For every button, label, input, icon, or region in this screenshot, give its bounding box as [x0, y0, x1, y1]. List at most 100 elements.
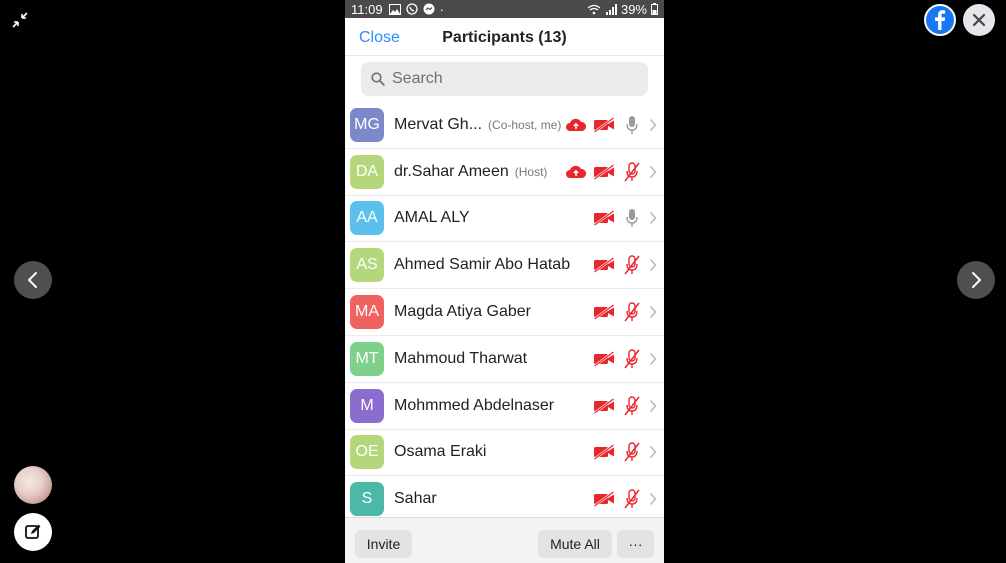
invite-button[interactable]: Invite	[355, 530, 412, 558]
participant-avatar: MA	[350, 295, 384, 330]
participant-row[interactable]: MA Magda Atiya Gaber	[345, 289, 664, 336]
cloud-recording-icon	[562, 113, 590, 137]
phone-screen: 11:09 · 39% Close Participants (13) Sear…	[345, 0, 664, 563]
participants-header: Close Participants (13)	[345, 18, 664, 56]
participant-row[interactable]: AA AMAL ALY	[345, 196, 664, 243]
chevron-right-icon	[646, 211, 660, 225]
close-icon	[972, 13, 986, 27]
edit-button[interactable]	[14, 513, 52, 551]
participant-name: AMAL ALY	[394, 209, 470, 227]
chevron-right-icon	[646, 165, 660, 179]
whatsapp-icon	[405, 3, 418, 15]
participant-name: Sahar	[394, 490, 437, 508]
search-icon	[371, 72, 385, 86]
participant-avatar: DA	[350, 154, 384, 189]
profile-avatar[interactable]	[14, 466, 52, 504]
wifi-icon	[587, 4, 601, 14]
participant-status-icons	[590, 289, 660, 335]
mic-muted-icon	[618, 440, 646, 464]
mic-muted-icon	[618, 253, 646, 277]
mic-muted-icon	[618, 300, 646, 324]
participant-avatar: AA	[350, 201, 384, 236]
mute-all-button[interactable]: Mute All	[538, 530, 612, 558]
search-bar: Search	[345, 56, 664, 104]
chevron-right-icon	[646, 352, 660, 366]
chevron-right-icon	[972, 272, 982, 288]
participant-name: Mervat Gh...	[394, 115, 483, 133]
mic-muted-icon	[618, 347, 646, 371]
participant-avatar: M	[350, 388, 384, 423]
close-viewer-button[interactable]	[963, 4, 995, 36]
participant-name: Ahmed Samir Abo Hatab	[394, 256, 571, 274]
participant-avatar: AS	[350, 248, 384, 283]
video-off-icon	[590, 113, 618, 137]
video-off-icon	[590, 487, 618, 511]
battery-icon	[651, 3, 658, 15]
mic-icon	[618, 113, 646, 137]
participant-avatar: MT	[350, 341, 384, 376]
participant-status-icons	[590, 383, 660, 429]
participant-row[interactable]: OE Osama Eraki	[345, 430, 664, 477]
chevron-right-icon	[646, 399, 660, 413]
status-dot: ·	[439, 1, 444, 17]
participant-row[interactable]: MG Mervat Gh... (Co-host, me)	[345, 102, 664, 149]
facebook-logo-icon[interactable]	[924, 4, 956, 36]
participant-name: Osama Eraki	[394, 443, 487, 461]
chevron-right-icon	[646, 118, 660, 132]
video-off-icon	[590, 440, 618, 464]
cloud-recording-icon	[562, 160, 590, 184]
participant-avatar: S	[350, 482, 384, 517]
participant-name: Magda Atiya Gaber	[394, 303, 531, 321]
participant-status-icons	[590, 476, 660, 522]
participant-status-icons	[590, 196, 660, 242]
video-off-icon	[590, 160, 618, 184]
video-off-icon	[590, 300, 618, 324]
gallery-icon	[388, 3, 401, 15]
video-off-icon	[590, 253, 618, 277]
more-options-button[interactable]: ···	[617, 530, 654, 558]
chevron-right-icon	[646, 445, 660, 459]
page-title: Participants (13)	[442, 29, 567, 46]
participant-status-icons	[590, 242, 660, 288]
participant-list: MG Mervat Gh... (Co-host, me) DA dr.Sahar Am…	[345, 102, 664, 524]
participant-row[interactable]: DA dr.Sahar Ameen (Host)	[345, 149, 664, 196]
participant-status-icons	[590, 336, 660, 382]
collapse-icon[interactable]	[10, 10, 30, 30]
participant-name: Mahmoud Tharwat	[394, 349, 528, 367]
messenger-icon	[423, 3, 435, 15]
mic-muted-icon	[618, 394, 646, 418]
participant-name: dr.Sahar Ameen	[394, 162, 509, 180]
participant-name: Mohmmed Abdelnaser	[394, 396, 555, 414]
participant-status-icons	[590, 430, 660, 476]
chevron-right-icon	[646, 258, 660, 272]
next-photo-button[interactable]	[957, 261, 995, 299]
video-off-icon	[590, 347, 618, 371]
battery-percent: 39%	[620, 1, 647, 17]
participant-row[interactable]: M Mohmmed Abdelnaser	[345, 383, 664, 430]
participant-row[interactable]: AS Ahmed Samir Abo Hatab	[345, 242, 664, 290]
previous-photo-button[interactable]	[14, 261, 52, 299]
mic-muted-icon	[618, 487, 646, 511]
search-input[interactable]: Search	[361, 62, 648, 96]
chevron-right-icon	[646, 305, 660, 319]
chevron-left-icon	[27, 272, 37, 288]
participant-role: (Host)	[514, 164, 548, 179]
footer-toolbar: Invite Mute All ···	[345, 517, 664, 563]
video-off-icon	[590, 206, 618, 230]
signal-icon	[605, 3, 617, 15]
participant-avatar: OE	[350, 435, 384, 470]
mic-icon	[618, 206, 646, 230]
photo-viewer: 11:09 · 39% Close Participants (13) Sear…	[0, 0, 1006, 563]
search-placeholder: Search	[392, 70, 443, 87]
mic-muted-icon	[618, 160, 646, 184]
participant-row[interactable]: MT Mahmoud Tharwat	[345, 336, 664, 383]
status-time: 11:09	[351, 1, 383, 17]
participant-avatar: MG	[350, 107, 384, 142]
video-off-icon	[590, 394, 618, 418]
participant-status-icons	[562, 102, 660, 148]
chevron-right-icon	[646, 492, 660, 506]
participant-status-icons	[562, 149, 660, 195]
status-bar: 11:09 · 39%	[345, 0, 664, 18]
edit-icon	[25, 524, 41, 539]
participant-role: (Co-host, me)	[488, 117, 562, 132]
